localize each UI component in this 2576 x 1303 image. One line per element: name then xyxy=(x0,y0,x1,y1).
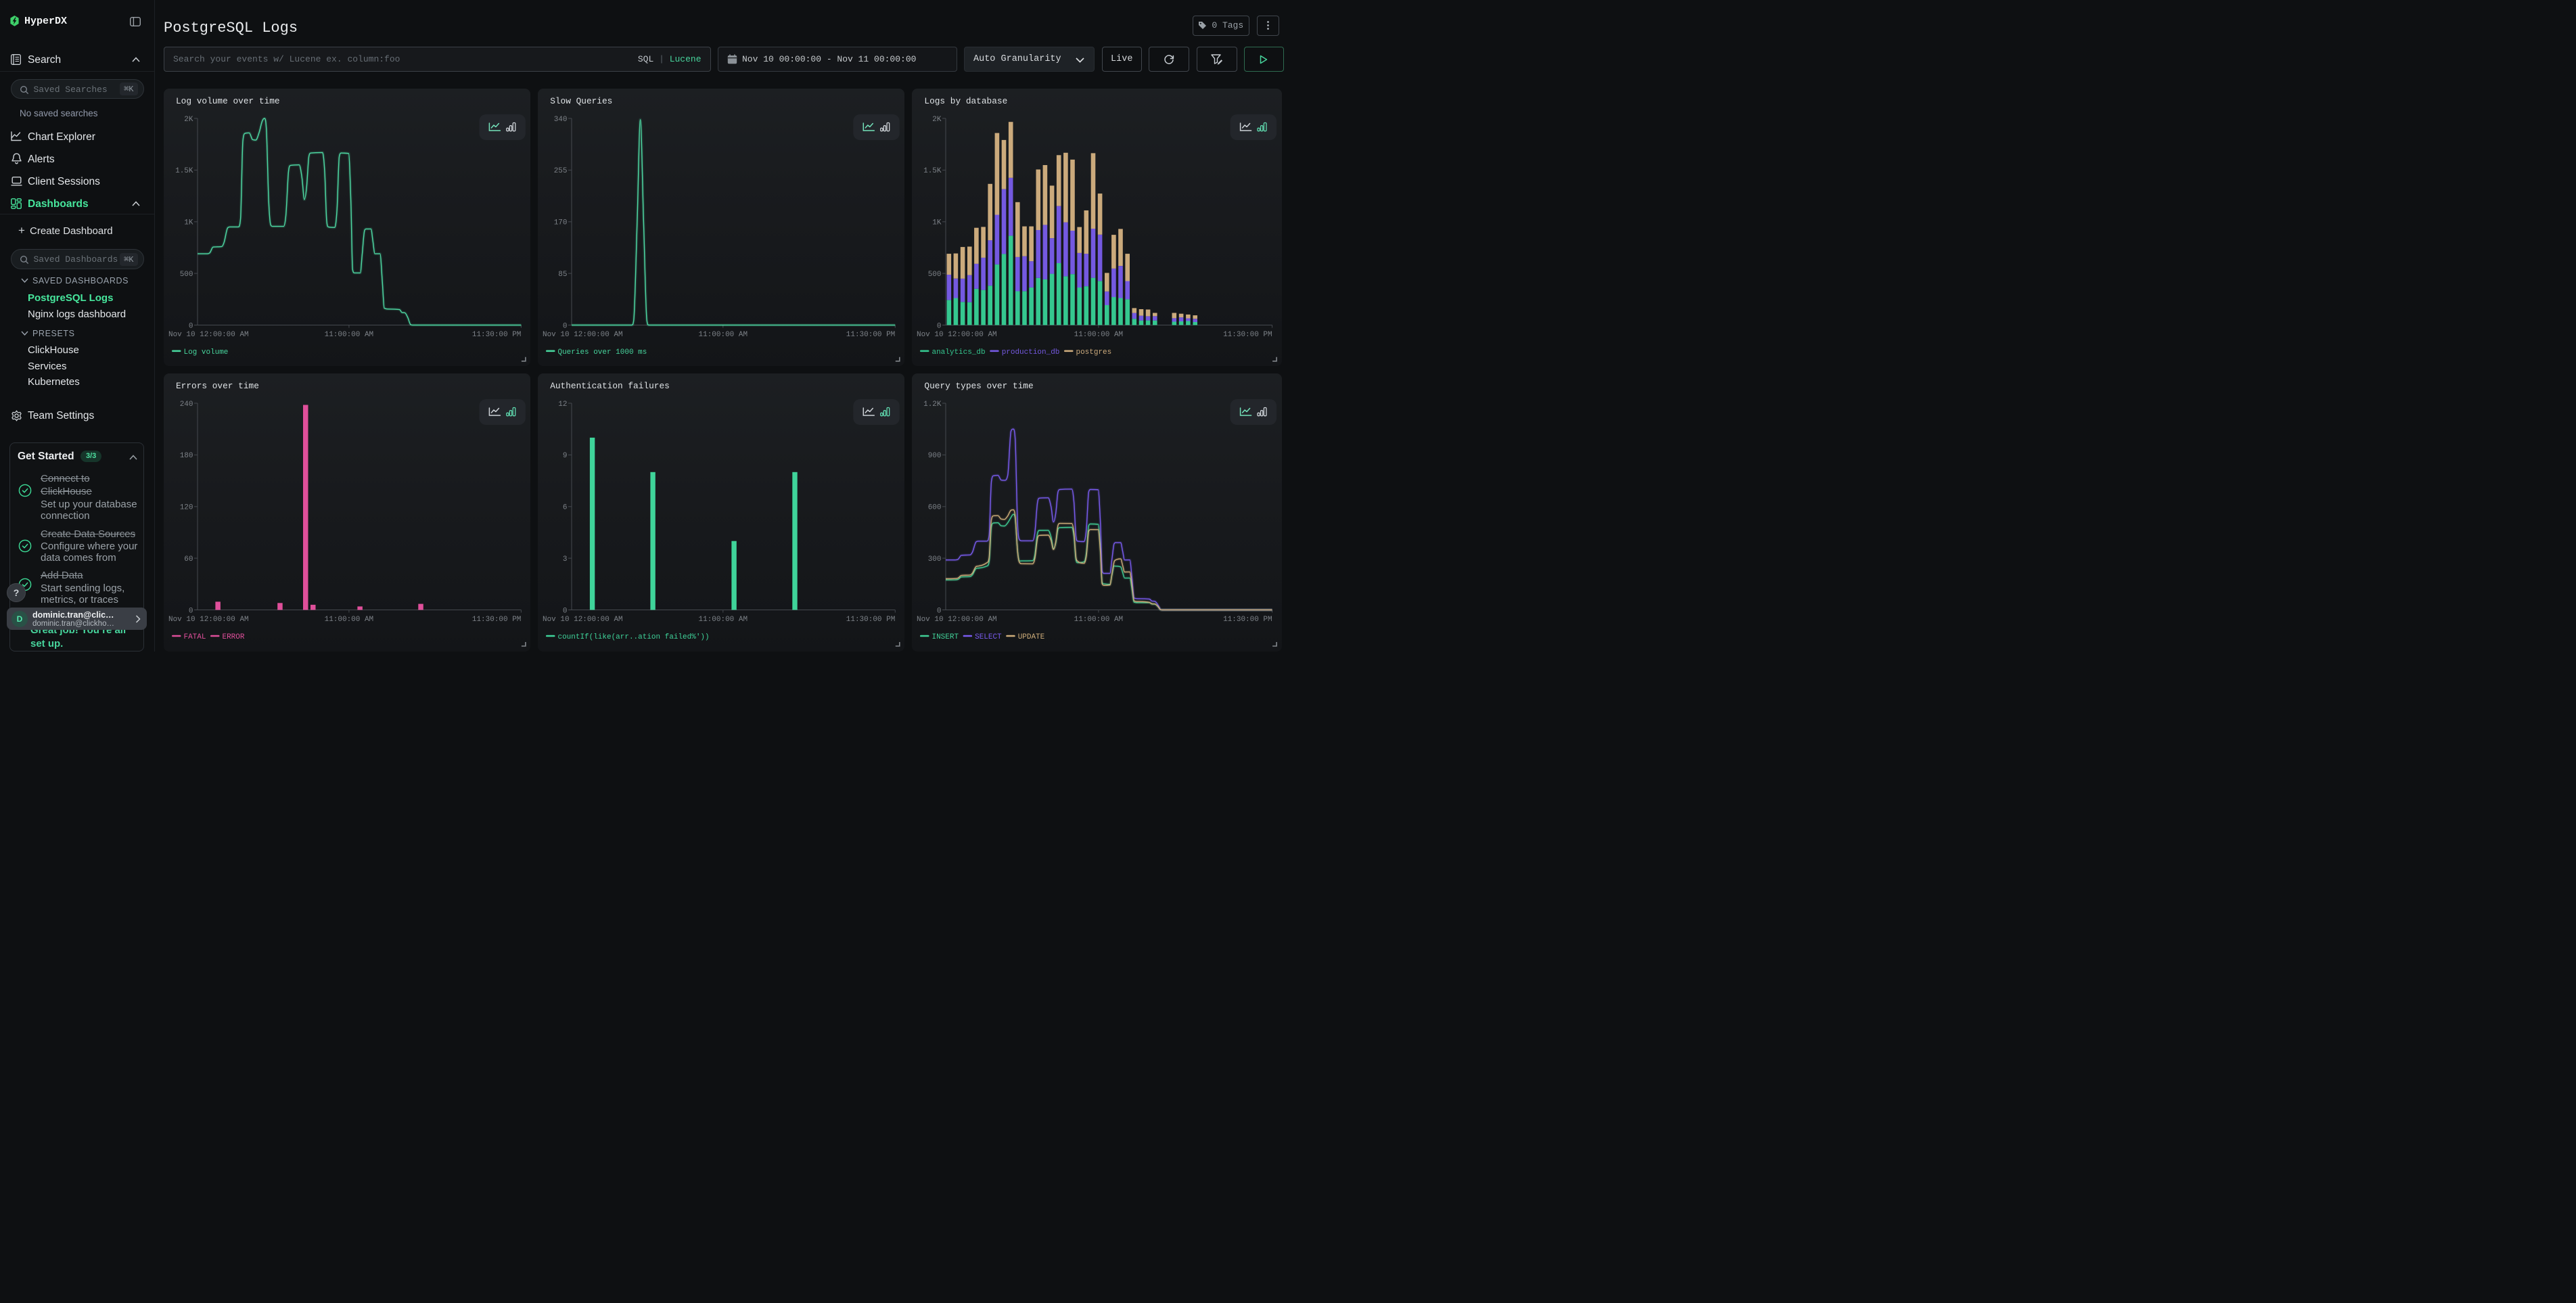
svg-text:900: 900 xyxy=(928,452,942,460)
svg-text:6: 6 xyxy=(563,504,568,512)
svg-text:SELECT: SELECT xyxy=(975,633,1002,641)
svg-text:1.5K: 1.5K xyxy=(175,167,193,175)
svg-text:300: 300 xyxy=(928,555,942,564)
svg-text:UPDATE: UPDATE xyxy=(1018,633,1045,641)
svg-text:11:30:00 PM: 11:30:00 PM xyxy=(472,616,522,624)
svg-text:85: 85 xyxy=(559,271,568,279)
svg-text:9: 9 xyxy=(563,452,568,460)
svg-text:120: 120 xyxy=(180,504,193,512)
svg-text:Nov 10 12:00:00 AM: Nov 10 12:00:00 AM xyxy=(917,616,997,624)
svg-text:11:30:00 PM: 11:30:00 PM xyxy=(472,331,522,339)
svg-text:0: 0 xyxy=(189,607,193,615)
svg-text:11:30:00 PM: 11:30:00 PM xyxy=(1223,616,1272,624)
svg-text:11:30:00 PM: 11:30:00 PM xyxy=(1223,331,1272,339)
svg-text:production_db: production_db xyxy=(1002,348,1060,357)
svg-text:240: 240 xyxy=(180,401,193,409)
svg-text:60: 60 xyxy=(184,555,193,564)
svg-text:Queries over 1000 ms: Queries over 1000 ms xyxy=(558,348,647,357)
svg-text:0: 0 xyxy=(937,607,942,615)
svg-text:11:00:00 AM: 11:00:00 AM xyxy=(1074,331,1124,339)
svg-text:Log volume: Log volume xyxy=(183,348,228,357)
svg-text:FATAL: FATAL xyxy=(183,633,206,641)
svg-text:500: 500 xyxy=(180,271,193,279)
svg-text:1K: 1K xyxy=(184,219,193,227)
svg-text:2K: 2K xyxy=(184,116,193,124)
svg-text:340: 340 xyxy=(554,116,568,124)
svg-text:ERROR: ERROR xyxy=(222,633,244,641)
svg-text:INSERT: INSERT xyxy=(932,633,959,641)
svg-text:analytics_db: analytics_db xyxy=(932,348,986,357)
svg-text:12: 12 xyxy=(558,401,567,409)
svg-text:180: 180 xyxy=(180,452,193,460)
svg-text:Nov 10 12:00:00 AM: Nov 10 12:00:00 AM xyxy=(168,616,249,624)
svg-text:Nov 10 12:00:00 AM: Nov 10 12:00:00 AM xyxy=(543,616,623,624)
svg-text:1.5K: 1.5K xyxy=(924,167,942,175)
svg-text:Nov 10 12:00:00 AM: Nov 10 12:00:00 AM xyxy=(168,331,249,339)
svg-text:2K: 2K xyxy=(933,116,942,124)
svg-text:0: 0 xyxy=(563,607,568,615)
svg-text:600: 600 xyxy=(928,504,942,512)
svg-text:11:00:00 AM: 11:00:00 AM xyxy=(699,331,748,339)
svg-text:11:00:00 AM: 11:00:00 AM xyxy=(699,616,748,624)
svg-text:11:00:00 AM: 11:00:00 AM xyxy=(1074,616,1124,624)
svg-text:170: 170 xyxy=(554,219,568,227)
svg-text:1K: 1K xyxy=(933,219,942,227)
svg-text:11:30:00 PM: 11:30:00 PM xyxy=(846,616,896,624)
svg-text:0: 0 xyxy=(937,322,942,330)
svg-text:11:00:00 AM: 11:00:00 AM xyxy=(325,331,374,339)
svg-text:3: 3 xyxy=(563,555,568,564)
svg-text:Nov 10 12:00:00 AM: Nov 10 12:00:00 AM xyxy=(543,331,623,339)
svg-text:1.2K: 1.2K xyxy=(924,401,942,409)
svg-text:11:30:00 PM: 11:30:00 PM xyxy=(846,331,896,339)
svg-text:countIf(like(arr..ation failed: countIf(like(arr..ation failed%')) xyxy=(558,633,710,641)
svg-text:0: 0 xyxy=(563,322,568,330)
svg-text:0: 0 xyxy=(189,322,193,330)
svg-text:Nov 10 12:00:00 AM: Nov 10 12:00:00 AM xyxy=(917,331,997,339)
svg-text:11:00:00 AM: 11:00:00 AM xyxy=(325,616,374,624)
svg-text:255: 255 xyxy=(554,167,568,175)
svg-text:postgres: postgres xyxy=(1076,348,1112,357)
svg-text:500: 500 xyxy=(928,271,942,279)
